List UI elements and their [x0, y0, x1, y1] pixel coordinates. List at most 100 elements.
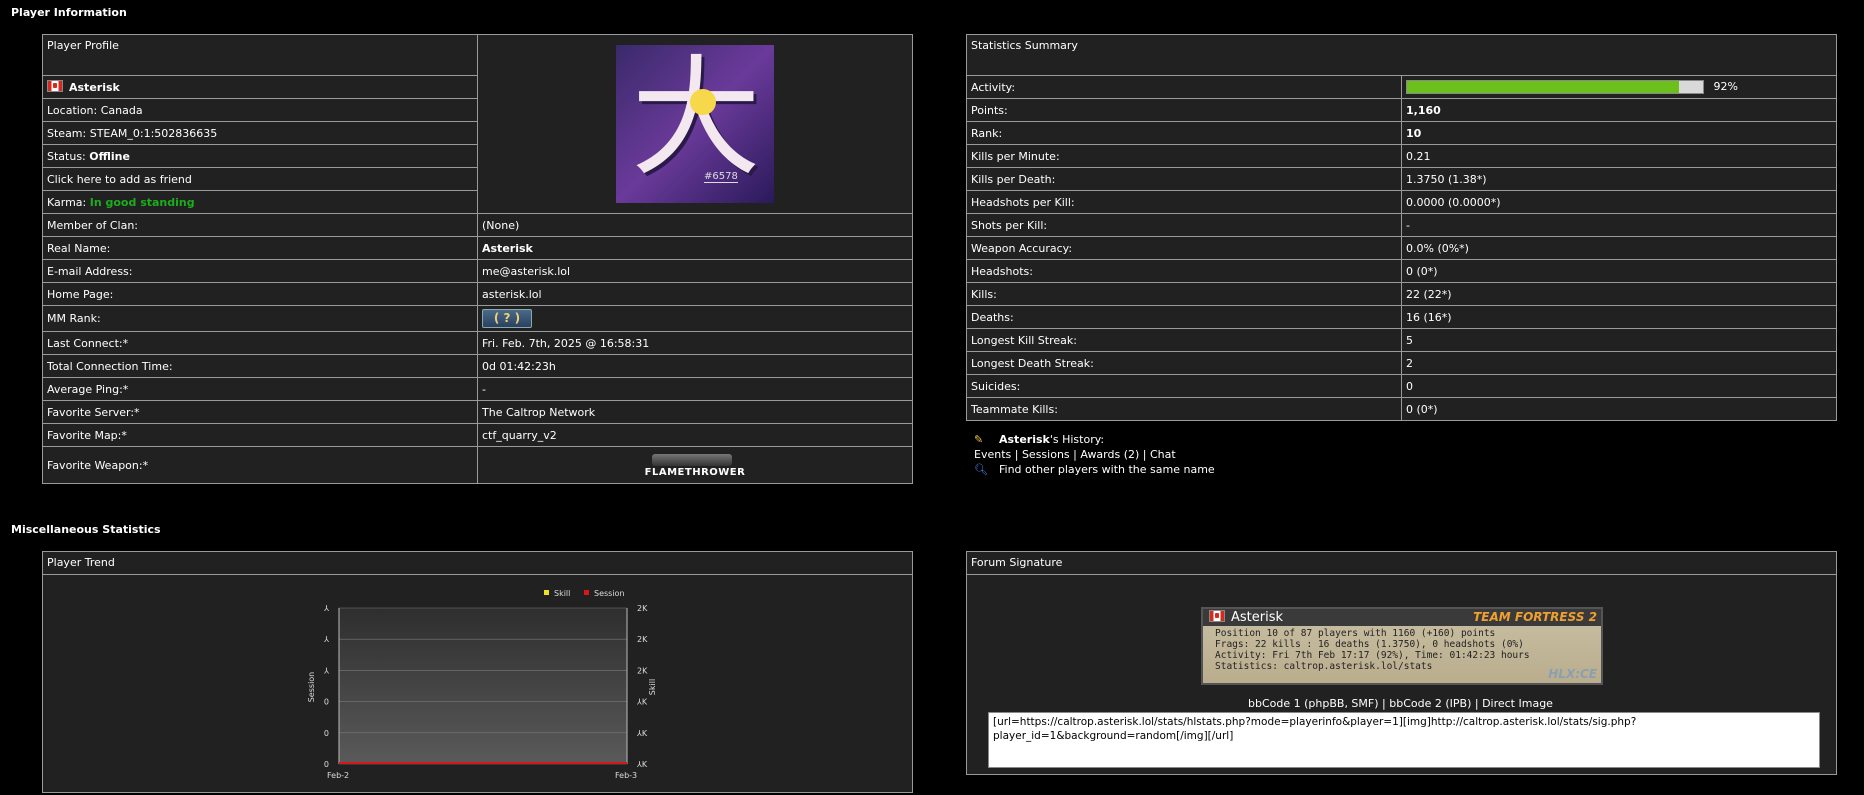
- player-name-row: Asterisk: [42, 75, 478, 99]
- right-tick-label: 2K: [637, 604, 648, 613]
- bbcode1-link[interactable]: bbCode 1 (phpBB, SMF): [1248, 697, 1379, 710]
- stats-row: Shots per Kill: -: [966, 213, 1838, 237]
- search-icon: 🔍︎: [974, 463, 988, 476]
- activity-progress-bar: [1406, 80, 1704, 94]
- homepage-link[interactable]: asterisk.lol: [477, 282, 913, 306]
- history-title: ✎ Asterisk's History:: [974, 433, 1105, 446]
- fav-map-label: Favorite Map:*: [42, 423, 478, 447]
- history-awards-link[interactable]: Awards (2): [1080, 448, 1139, 461]
- history-sessions-link[interactable]: Sessions: [1022, 448, 1070, 461]
- stat-value: 0 (0*): [1400, 397, 1838, 421]
- fav-weapon-cell[interactable]: FLAMETHROWER: [477, 446, 913, 484]
- bbcode-links: bbCode 1 (phpBB, SMF) | bbCode 2 (IPB) |…: [1248, 697, 1553, 710]
- history-block: ✎ Asterisk's History: Events | Sessions |…: [974, 432, 1215, 477]
- stats-row: Longest Kill Streak: 5: [966, 328, 1838, 352]
- stat-label: Kills per Minute:: [966, 144, 1402, 168]
- fav-map-link[interactable]: ctf_quarry_v2: [477, 423, 913, 447]
- ping-value: -: [477, 377, 913, 401]
- mm-rank-cell: ( ? ): [477, 305, 913, 332]
- activity-progress-fill: [1407, 81, 1680, 93]
- find-other-row: 🔍︎ Find other players with the same name: [974, 462, 1215, 477]
- left-tick-label: ⅄: [323, 635, 329, 644]
- legend-skill-swatch: [544, 590, 549, 595]
- statistics-summary-table: Statistics Summary Activity: 92% Points:…: [965, 34, 1838, 421]
- steam-link[interactable]: Steam: STEAM_0:1:502836635: [42, 121, 478, 145]
- last-connect-value: Fri. Feb. 7th, 2025 @ 16:58:31: [477, 331, 913, 355]
- karma-row: Karma: In good standing: [42, 190, 478, 214]
- stats-row: Deaths: 16 (16*): [966, 305, 1838, 329]
- stats-row: Rank: 10: [966, 121, 1838, 145]
- direct-image-link[interactable]: Direct Image: [1482, 697, 1553, 710]
- flamethrower-icon: FLAMETHROWER: [642, 450, 748, 480]
- mm-rank-badge-icon: ( ? ): [482, 309, 532, 328]
- history-events-link[interactable]: Events: [974, 448, 1011, 461]
- canada-flag-icon: [47, 80, 63, 92]
- find-other-link[interactable]: Find other players with the same name: [999, 463, 1215, 476]
- ping-label: Average Ping:*: [42, 377, 478, 401]
- email-link[interactable]: me@asterisk.lol: [477, 259, 913, 283]
- stat-label: Rank:: [966, 121, 1402, 145]
- signature-line-4: Statistics: caltrop.asterisk.lol/stats: [1215, 661, 1433, 672]
- activity-percent: 92%: [1713, 80, 1738, 93]
- x-end-label: Feb-3: [615, 771, 637, 780]
- stat-value: 0.21: [1400, 144, 1838, 168]
- left-tick-label: 0: [324, 760, 329, 769]
- history-links: Events | Sessions | Awards (2) | Chat: [974, 448, 1176, 461]
- signature-line-2: Frags: 22 kills : 16 deaths (1.3750), 0 …: [1215, 639, 1524, 650]
- history-icon: ✎: [974, 433, 984, 446]
- plot-area: [339, 608, 627, 764]
- location-row: Location: Canada: [42, 98, 478, 122]
- stats-header: Statistics Summary: [965, 34, 1838, 76]
- stats-row: Kills per Minute: 0.21: [966, 144, 1838, 168]
- fav-server-link[interactable]: The Caltrop Network: [477, 400, 913, 424]
- right-tick-label: 2K: [637, 635, 648, 644]
- stat-label: Headshots:: [966, 259, 1402, 283]
- right-tick-label: 2K: [637, 666, 648, 675]
- real-name-label: Real Name:: [42, 236, 478, 260]
- stat-label: Kills:: [966, 282, 1402, 306]
- stat-label: Shots per Kill:: [966, 213, 1402, 237]
- fav-server-label: Favorite Server:*: [42, 400, 478, 424]
- stats-row: Longest Death Streak: 2: [966, 351, 1838, 375]
- stat-value: 0: [1400, 374, 1838, 398]
- karma-value: In good standing: [89, 195, 195, 209]
- last-connect-label: Last Connect:*: [42, 331, 478, 355]
- stat-label: Longest Death Streak:: [966, 351, 1402, 375]
- legend-session-swatch: [584, 590, 589, 595]
- signature-name: Asterisk: [1231, 610, 1284, 625]
- profile-header: Player Profile: [42, 34, 478, 76]
- real-name-value: Asterisk: [477, 236, 913, 260]
- right-tick-label: ⅄K: [636, 760, 648, 769]
- stat-label: Deaths:: [966, 305, 1402, 329]
- connection-time-value: 0d 01:42:23h: [477, 354, 913, 378]
- stats-row: Points: 1,160: [966, 98, 1838, 122]
- bbcode2-link[interactable]: bbCode 2 (IPB): [1389, 697, 1471, 710]
- clan-value: (None): [477, 213, 913, 237]
- clan-label: Member of Clan:: [42, 213, 478, 237]
- avatar: 大 #6578: [616, 45, 774, 203]
- stat-value: -: [1400, 213, 1838, 237]
- stat-label: Headshots per Kill:: [966, 190, 1402, 214]
- status-row: Status: Offline: [42, 144, 478, 168]
- smiley-face-icon: [690, 89, 716, 115]
- mm-rank-label: MM Rank:: [42, 305, 478, 332]
- stat-label: Longest Kill Streak:: [966, 328, 1402, 352]
- add-friend-link[interactable]: Click here to add as friend: [42, 167, 478, 191]
- stats-row: Kills: 22 (22*): [966, 282, 1838, 306]
- signature-image[interactable]: Asterisk TEAM FORTRESS 2 Position 10 of …: [1201, 607, 1603, 685]
- section-title-player-information: Player Information: [11, 6, 127, 19]
- player-name: Asterisk: [69, 81, 120, 94]
- stat-value: 0.0000 (0.0000*): [1400, 190, 1838, 214]
- forum-signature-header: Forum Signature: [967, 552, 1836, 575]
- signature-code-textarea[interactable]: [url=https://caltrop.asterisk.lol/stats/…: [988, 712, 1820, 768]
- email-label: E-mail Address:: [42, 259, 478, 283]
- stat-value: 5: [1400, 328, 1838, 352]
- legend-session-label: Session: [594, 589, 625, 598]
- activity-cell: 92%: [1400, 75, 1838, 99]
- history-chat-link[interactable]: Chat: [1150, 448, 1176, 461]
- left-axis-title: Session: [307, 672, 316, 703]
- right-axis-title: Skill: [648, 679, 657, 695]
- avatar-tag: #6578: [704, 171, 738, 183]
- stat-value: 2: [1400, 351, 1838, 375]
- stats-row: Kills per Death: 1.3750 (1.38*): [966, 167, 1838, 191]
